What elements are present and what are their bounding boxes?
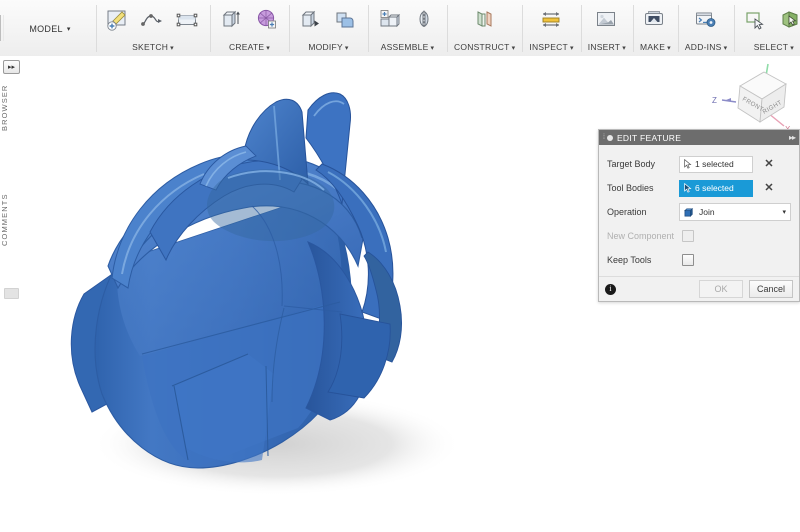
- offset-plane-icon[interactable]: [470, 5, 500, 35]
- toolbar-panel-insert: INSERT▾: [581, 0, 633, 56]
- insert-image-icon[interactable]: [592, 5, 622, 35]
- select-window-icon[interactable]: [741, 5, 771, 35]
- extrude-icon[interactable]: [217, 5, 247, 35]
- toolbar-panel-construct: CONSTRUCT▾: [447, 0, 522, 56]
- row-keep-tools: Keep Tools: [607, 248, 791, 272]
- cursor-arrow-icon: [684, 159, 692, 169]
- clear-tool-bodies-button[interactable]: ✕: [761, 180, 777, 196]
- main-toolbar: MODEL ▾: [0, 0, 800, 57]
- expand-browser-icon[interactable]: ▸▸: [3, 60, 20, 74]
- toolbar-panel-addins: ADD-INS▾: [678, 0, 734, 56]
- operation-dropdown[interactable]: Join ▾: [679, 203, 791, 221]
- sidebar-item-browser[interactable]: BROWSER: [0, 76, 22, 140]
- dialog-grip-icon: ⁞: [603, 134, 604, 141]
- fillet-icon[interactable]: [331, 5, 361, 35]
- cursor-arrow-icon: [684, 183, 692, 193]
- spline-icon[interactable]: [138, 5, 168, 35]
- press-pull-icon[interactable]: [296, 5, 326, 35]
- dialog-footer: i OK Cancel: [599, 276, 799, 301]
- clear-target-body-button[interactable]: ✕: [761, 156, 777, 172]
- label-keep-tools: Keep Tools: [607, 255, 679, 265]
- info-icon[interactable]: i: [605, 284, 616, 295]
- toolbar-panel-make: MAKE▾: [633, 0, 678, 56]
- workspace-label: MODEL: [29, 24, 63, 34]
- toolbar-panel-label-sketch[interactable]: SKETCH▾: [132, 42, 174, 54]
- target-body-selection[interactable]: 1 selected: [679, 156, 753, 173]
- toolbar-panel-label-modify[interactable]: MODIFY▾: [308, 42, 348, 54]
- 3d-print-icon[interactable]: [640, 5, 670, 35]
- toolbar-panel-label-make[interactable]: MAKE▾: [640, 42, 671, 54]
- toolbar-panel-inspect: INSPECT▾: [522, 0, 580, 56]
- row-target-body: Target Body 1 selected ✕: [607, 152, 791, 176]
- row-new-component: New Component: [607, 224, 791, 248]
- join-icon: [684, 207, 695, 218]
- left-rail: ▸▸ BROWSER COMMENTS: [0, 56, 23, 532]
- dialog-expand-icon[interactable]: ▸▸: [789, 133, 795, 142]
- label-tool-bodies: Tool Bodies: [607, 183, 679, 193]
- cancel-button[interactable]: Cancel: [749, 280, 793, 298]
- toolbar-panel-assemble: ASSEMBLE▾: [368, 0, 447, 56]
- chevron-down-icon: ▾: [782, 208, 786, 216]
- toolbar-panel-label-insert[interactable]: INSERT▾: [588, 42, 626, 54]
- edit-feature-dialog: ⁞ EDIT FEATURE ▸▸ Target Body 1 selected…: [598, 129, 800, 302]
- label-target-body: Target Body: [607, 159, 679, 169]
- target-body-value: 1 selected: [695, 159, 734, 169]
- rail-scroll-handle[interactable]: [4, 288, 19, 299]
- dialog-title: EDIT FEATURE: [617, 133, 789, 143]
- toolbar-panel-label-construct[interactable]: CONSTRUCT▾: [454, 42, 515, 54]
- toolbar-panel-label-select[interactable]: SELECT▾: [754, 42, 794, 54]
- dialog-status-dot-icon: [607, 135, 613, 141]
- rectangle-icon[interactable]: [173, 5, 203, 35]
- toolbar-panel-sketch: SKETCH▾: [96, 0, 210, 56]
- operation-value: Join: [699, 207, 778, 217]
- ok-button[interactable]: OK: [699, 280, 743, 298]
- label-operation: Operation: [607, 207, 679, 217]
- row-operation: Operation Join ▾: [607, 200, 791, 224]
- new-component-checkbox: [682, 230, 694, 242]
- label-new-component: New Component: [607, 231, 679, 241]
- fusion360-window: MODEL ▾: [0, 0, 800, 532]
- workspace-switcher[interactable]: MODEL ▾: [4, 0, 96, 56]
- chevron-down-icon: ▾: [67, 25, 71, 33]
- new-component-icon[interactable]: [375, 5, 405, 35]
- sidebar-item-comments[interactable]: COMMENTS: [0, 184, 22, 256]
- create-form-icon[interactable]: [252, 5, 282, 35]
- tool-bodies-selection[interactable]: 6 selected: [679, 180, 753, 197]
- toolbar-panel-select: SELECT▾: [734, 0, 800, 56]
- select-body-icon[interactable]: [776, 5, 800, 35]
- toolbar-panel-create: CREATE▾: [210, 0, 289, 56]
- scripts-addins-icon[interactable]: [691, 5, 721, 35]
- joint-icon[interactable]: [410, 5, 440, 35]
- create-sketch-icon[interactable]: [103, 5, 133, 35]
- toolbar-panel-modify: MODIFY▾: [289, 0, 368, 56]
- toolbar-panel-label-inspect[interactable]: INSPECT▾: [529, 42, 573, 54]
- toolbar-panel-label-assemble[interactable]: ASSEMBLE▾: [381, 42, 435, 54]
- toolbar-panel-label-create[interactable]: CREATE▾: [229, 42, 270, 54]
- row-tool-bodies: Tool Bodies 6 selected ✕: [607, 176, 791, 200]
- tool-bodies-value: 6 selected: [695, 183, 734, 193]
- dialog-title-bar[interactable]: ⁞ EDIT FEATURE ▸▸: [599, 130, 799, 145]
- dialog-body: Target Body 1 selected ✕ Tool Bodies 6 s…: [599, 145, 799, 276]
- keep-tools-checkbox[interactable]: [682, 254, 694, 266]
- measure-icon[interactable]: [537, 5, 567, 35]
- toolbar-panel-label-addins[interactable]: ADD-INS▾: [685, 42, 727, 54]
